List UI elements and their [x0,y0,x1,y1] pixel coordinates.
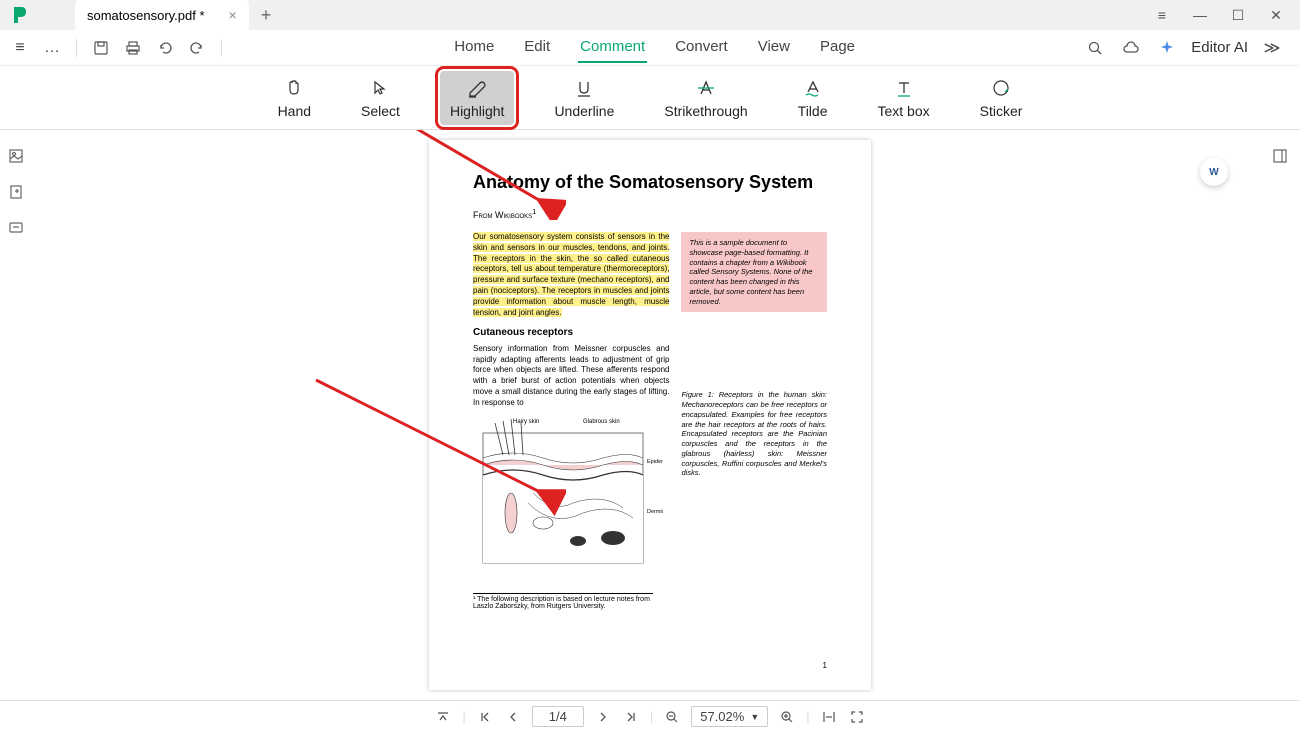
menu-icon[interactable]: ≡ [8,36,32,60]
menu-home[interactable]: Home [452,32,496,63]
save-icon[interactable] [89,36,113,60]
document-source: From Wikibooks1 [473,207,827,220]
note-box: This is a sample document to showcase pa… [681,232,827,312]
tool-label: Text box [877,103,929,119]
search-icon[interactable] [1083,36,1107,60]
svg-text:Glabrous skin: Glabrous skin [583,419,620,425]
hand-icon [284,77,304,99]
ribbon: Hand Select Highlight Underline Striketh… [0,66,1300,130]
ai-sparkle-icon[interactable] [1155,36,1179,60]
document-canvas[interactable]: Anatomy of the Somatosensory System From… [36,130,1264,700]
svg-text:Epidermis: Epidermis [647,459,663,465]
tool-label: Underline [554,103,614,119]
svg-text:Hairy skin: Hairy skin [513,419,539,425]
textbox-icon [895,77,913,99]
tool-label: Highlight [450,103,504,119]
page-indicator[interactable]: 1/4 [532,706,584,727]
print-icon[interactable] [121,36,145,60]
highlighter-icon [466,77,488,99]
prev-page-icon[interactable] [504,708,522,726]
menu-page[interactable]: Page [818,32,857,63]
footnote: ¹ The following description is based on … [473,593,653,610]
strikethrough-tool[interactable]: Strikethrough [654,71,757,125]
workspace: Anatomy of the Somatosensory System From… [0,130,1300,700]
editor-ai-button[interactable]: Editor AI [1191,39,1248,56]
statusbar: | 1/4 | 57.02% ▼ | [0,700,1300,732]
close-window-icon[interactable]: ✕ [1266,7,1286,24]
section-heading: Cutaneous receptors [473,326,669,340]
right-rail [1264,130,1300,700]
svg-text:Dermis: Dermis [647,509,663,515]
hamburger-icon[interactable]: ≡ [1152,7,1172,24]
fit-width-icon[interactable] [820,708,838,726]
document-title: Anatomy of the Somatosensory System [473,172,827,193]
tool-label: Hand [278,103,311,119]
figure-caption: Figure 1: Receptors in the human skin: M… [681,390,827,478]
next-page-icon[interactable] [594,708,612,726]
tab-title: somatosensory.pdf * [87,8,205,23]
hand-tool[interactable]: Hand [268,71,321,125]
skin-figure: Hairy skin Glabrous skin [473,413,663,583]
tool-label: Tilde [798,103,828,119]
bookmarks-icon[interactable] [8,184,28,204]
cloud-icon[interactable] [1119,36,1143,60]
textbox-tool[interactable]: Text box [867,71,939,125]
scroll-top-icon[interactable] [434,708,452,726]
menu-view[interactable]: View [756,32,792,63]
panel-toggle-icon[interactable] [1272,148,1292,168]
fullscreen-icon[interactable] [848,708,866,726]
app-logo [0,5,40,25]
quickbar: ≡ … Home Edit Comment Convert View Page … [0,30,1300,66]
comments-icon[interactable] [8,220,28,240]
tool-label: Select [361,103,400,119]
cursor-icon [371,77,389,99]
collapse-right-icon[interactable]: ≫ [1260,36,1284,60]
menubar: Home Edit Comment Convert View Page [230,32,1079,63]
left-rail [0,130,36,700]
maximize-icon[interactable]: ☐ [1228,7,1248,24]
underline-tool[interactable]: Underline [544,71,624,125]
word-export-badge[interactable]: W [1200,158,1228,186]
file-tab[interactable]: somatosensory.pdf * × [75,0,249,30]
tool-label: Sticker [980,103,1023,119]
menu-comment[interactable]: Comment [578,32,647,63]
highlighted-paragraph[interactable]: Our somatosensory system consists of sen… [473,232,669,317]
tilde-tool[interactable]: Tilde [788,71,838,125]
tilde-icon [803,77,823,99]
menu-convert[interactable]: Convert [673,32,730,63]
more-icon[interactable]: … [40,36,64,60]
select-tool[interactable]: Select [351,71,410,125]
add-tab-button[interactable]: + [249,5,284,26]
menu-edit[interactable]: Edit [522,32,552,63]
window-controls: ≡ — ☐ ✕ [1152,7,1300,24]
zoom-in-icon[interactable] [778,708,796,726]
thumbnails-icon[interactable] [8,148,28,168]
sticker-icon [992,77,1010,99]
strikethrough-icon [696,77,716,99]
body-paragraph: Sensory information from Meissner corpus… [473,344,669,409]
minimize-icon[interactable]: — [1190,7,1210,24]
highlight-tool[interactable]: Highlight [440,71,514,125]
titlebar: somatosensory.pdf * × + ≡ — ☐ ✕ [0,0,1300,30]
underline-icon [575,77,593,99]
zoom-out-icon[interactable] [663,708,681,726]
last-page-icon[interactable] [622,708,640,726]
sticker-tool[interactable]: Sticker [970,71,1033,125]
redo-icon[interactable] [185,36,209,60]
first-page-icon[interactable] [476,708,494,726]
page-number: 1 [823,661,827,670]
undo-icon[interactable] [153,36,177,60]
zoom-level[interactable]: 57.02% ▼ [691,706,768,727]
pdf-page: Anatomy of the Somatosensory System From… [429,140,871,690]
close-tab-icon[interactable]: × [229,7,237,23]
tool-label: Strikethrough [664,103,747,119]
